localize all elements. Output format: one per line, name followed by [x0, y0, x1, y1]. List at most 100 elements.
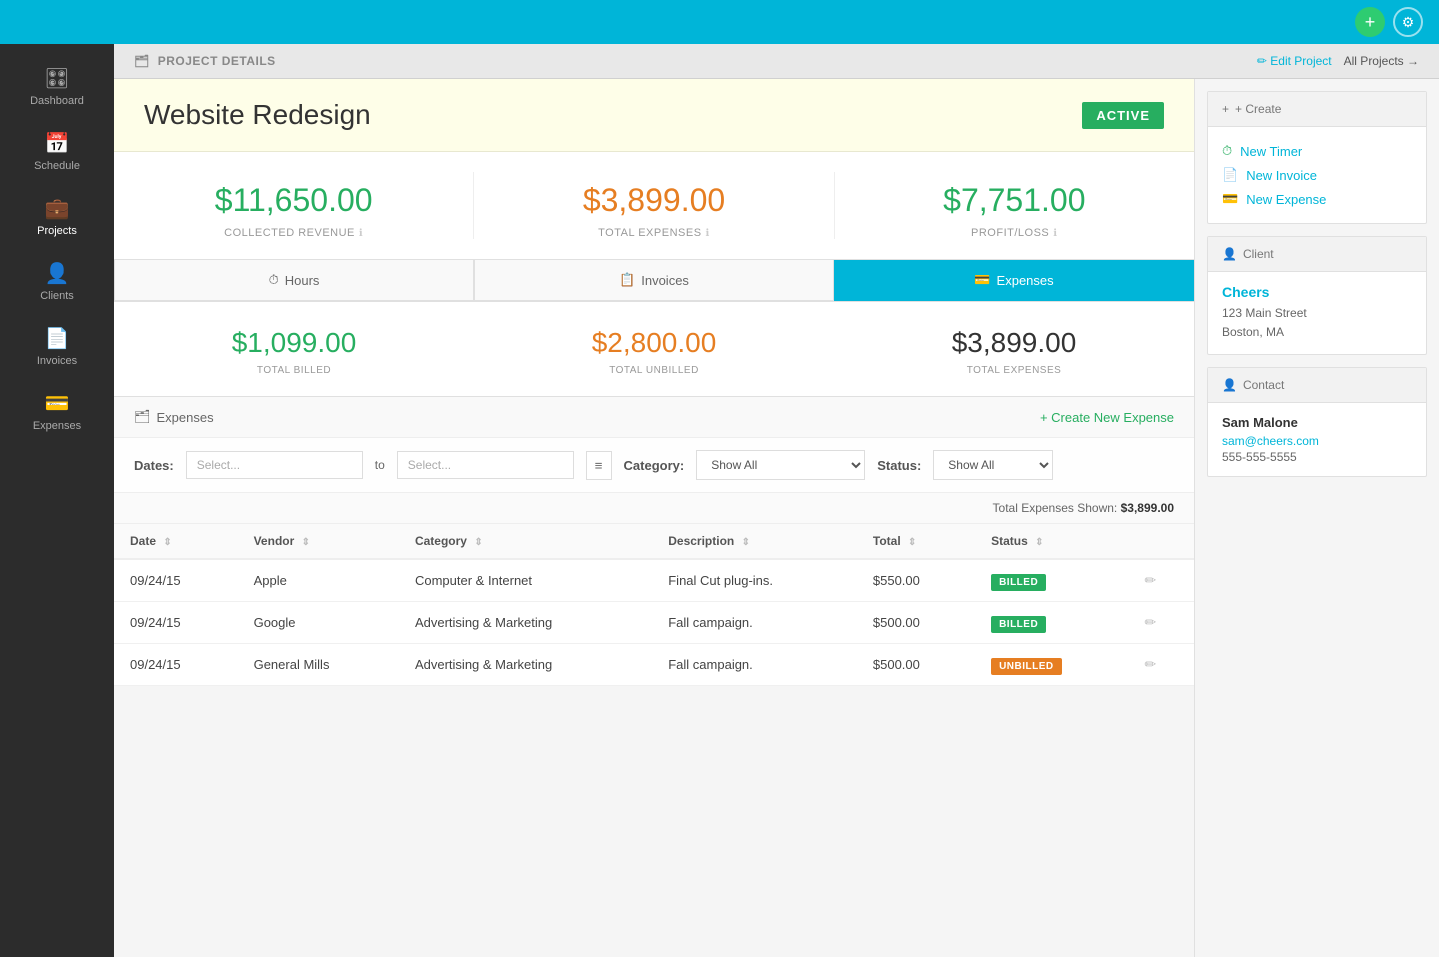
create-card: + + Create ⏱ New Timer 📄 New Invoice — [1207, 91, 1427, 224]
cell-vendor: Apple — [238, 559, 399, 602]
expenses-title: 🗂 Expenses — [134, 409, 214, 425]
billed-badge: BILLED — [991, 616, 1046, 633]
contact-email[interactable]: sam@cheers.com — [1222, 434, 1412, 448]
sidebar-item-dashboard[interactable]: 🎛 Dashboard — [0, 54, 114, 119]
cell-edit[interactable]: ✏ — [1129, 644, 1194, 686]
page-header-right: ✏ Edit Project All Projects → — [1257, 54, 1419, 68]
sub-stat-total-label: TOTAL EXPENSES — [834, 365, 1194, 376]
stats-row: $11,650.00 COLLECTED REVENUE ℹ $3,899.00… — [114, 152, 1194, 260]
info-icon-expenses: ℹ — [706, 228, 710, 239]
cell-category: Advertising & Marketing — [399, 644, 652, 686]
col-date[interactable]: Date ⇕ — [114, 524, 238, 559]
cell-vendor: Google — [238, 602, 399, 644]
schedule-icon: 📅 — [45, 131, 70, 156]
col-vendor[interactable]: Vendor ⇕ — [238, 524, 399, 559]
sort-icon-description: ⇕ — [742, 537, 750, 548]
total-expenses-label: TOTAL EXPENSES ℹ — [494, 227, 813, 239]
filter-row: Dates: to ≡ Category: Show All Computer … — [114, 438, 1194, 493]
clock-icon: ⏱ — [269, 272, 279, 288]
expenses-section: 🗂 Expenses + Create New Expense Dates: t… — [114, 397, 1194, 686]
edit-icon[interactable]: ✏ — [1145, 572, 1157, 588]
new-expense-link[interactable]: 💳 New Expense — [1222, 187, 1412, 211]
collected-revenue-amount: $11,650.00 — [134, 182, 453, 219]
sub-stat-total-amount: $3,899.00 — [834, 327, 1194, 359]
sub-stat-unbilled-amount: $2,800.00 — [474, 327, 834, 359]
total-expenses-amount: $3,899.00 — [494, 182, 813, 219]
col-category[interactable]: Category ⇕ — [399, 524, 652, 559]
new-invoice-link[interactable]: 📄 New Invoice — [1222, 163, 1412, 187]
invoice-tab-icon: 📋 — [619, 272, 635, 288]
sub-stats-row: $1,099.00 TOTAL BILLED $2,800.00 TOTAL U… — [114, 302, 1194, 397]
expense-tab-icon: 💳 — [974, 272, 990, 288]
billed-badge: BILLED — [991, 574, 1046, 591]
body-split: Website Redesign ACTIVE $11,650.00 COLLE… — [114, 79, 1439, 957]
edit-icon[interactable]: ✏ — [1145, 614, 1157, 630]
create-expense-link[interactable]: + Create New Expense — [1040, 410, 1174, 425]
new-timer-link[interactable]: ⏱ New Timer — [1222, 139, 1412, 163]
info-icon-revenue: ℹ — [359, 228, 363, 239]
sub-stat-billed-amount: $1,099.00 — [114, 327, 474, 359]
date-to-label: to — [375, 458, 385, 472]
col-actions — [1129, 524, 1194, 559]
main-content: Website Redesign ACTIVE $11,650.00 COLLE… — [114, 79, 1194, 957]
cell-category: Advertising & Marketing — [399, 602, 652, 644]
date-from-input[interactable] — [186, 451, 363, 479]
client-card: 👤 Client Cheers 123 Main Street Boston, … — [1207, 236, 1427, 355]
sub-stat-unbilled-label: TOTAL UNBILLED — [474, 365, 834, 376]
sidebar-item-clients[interactable]: 👤 Clients — [0, 249, 114, 314]
expenses-icon: 💳 — [45, 391, 70, 416]
gear-button[interactable]: ⚙ — [1393, 7, 1423, 37]
date-filter-icon-btn[interactable]: ≡ — [586, 451, 612, 480]
sort-icon-vendor: ⇕ — [302, 537, 310, 548]
col-total[interactable]: Total ⇕ — [857, 524, 975, 559]
date-to-input[interactable] — [397, 451, 574, 479]
col-description[interactable]: Description ⇕ — [652, 524, 857, 559]
client-header-icon: 👤 — [1222, 247, 1237, 261]
cell-edit[interactable]: ✏ — [1129, 602, 1194, 644]
cell-edit[interactable]: ✏ — [1129, 559, 1194, 602]
expenses-header: 🗂 Expenses + Create New Expense — [114, 397, 1194, 438]
edit-project-link[interactable]: ✏ Edit Project — [1257, 54, 1332, 68]
cell-category: Computer & Internet — [399, 559, 652, 602]
folder-icon: 🗂 — [134, 54, 150, 68]
contact-card-body: Sam Malone sam@cheers.com 555-555-5555 — [1208, 403, 1426, 476]
tab-expenses[interactable]: 💳 Expenses — [834, 260, 1194, 301]
profit-loss-amount: $7,751.00 — [855, 182, 1174, 219]
timer-icon: ⏱ — [1222, 143, 1232, 159]
sidebar-item-invoices[interactable]: 📄 Invoices — [0, 314, 114, 379]
client-name[interactable]: Cheers — [1222, 284, 1412, 300]
project-title: Website Redesign — [144, 99, 371, 131]
client-address: 123 Main Street Boston, MA — [1222, 304, 1412, 342]
clients-icon: 👤 — [45, 261, 70, 286]
client-card-header: 👤 Client — [1208, 237, 1426, 272]
col-status[interactable]: Status ⇕ — [975, 524, 1128, 559]
status-select[interactable]: Show All Billed Unbilled — [933, 450, 1053, 480]
tab-hours[interactable]: ⏱ Hours — [114, 260, 474, 301]
contact-card-header: 👤 Contact — [1208, 368, 1426, 403]
create-header-icon: + — [1222, 102, 1229, 116]
edit-icon[interactable]: ✏ — [1145, 656, 1157, 672]
sub-stat-billed-label: TOTAL BILLED — [114, 365, 474, 376]
tab-invoices[interactable]: 📋 Invoices — [474, 260, 834, 301]
sub-stat-unbilled: $2,800.00 TOTAL UNBILLED — [474, 327, 834, 376]
sub-stat-total: $3,899.00 TOTAL EXPENSES — [834, 327, 1194, 376]
add-button[interactable]: + — [1355, 7, 1385, 37]
sort-icon-date: ⇕ — [163, 537, 171, 548]
contact-card: 👤 Contact Sam Malone sam@cheers.com 555-… — [1207, 367, 1427, 477]
invoices-icon: 📄 — [45, 326, 70, 351]
all-projects-link[interactable]: All Projects → — [1344, 54, 1419, 68]
cell-description: Fall campaign. — [652, 602, 857, 644]
stat-profit-loss: $7,751.00 PROFIT/LOSS ℹ — [835, 152, 1194, 259]
totals-row-info: Total Expenses Shown: $3,899.00 — [114, 493, 1194, 524]
sidebar-item-projects[interactable]: 💼 Projects — [0, 184, 114, 249]
sidebar-item-schedule[interactable]: 📅 Schedule — [0, 119, 114, 184]
table-row: 09/24/15 General Mills Advertising & Mar… — [114, 644, 1194, 686]
category-select[interactable]: Show All Computer & Internet Advertising… — [696, 450, 865, 480]
status-label: Status: — [877, 458, 921, 473]
category-label: Category: — [624, 458, 685, 473]
new-expense-icon: 💳 — [1222, 191, 1238, 207]
sidebar-item-expenses[interactable]: 💳 Expenses — [0, 379, 114, 444]
expenses-table: Date ⇕ Vendor ⇕ Category ⇕ — [114, 524, 1194, 686]
projects-icon: 💼 — [45, 196, 70, 221]
cell-description: Fall campaign. — [652, 644, 857, 686]
